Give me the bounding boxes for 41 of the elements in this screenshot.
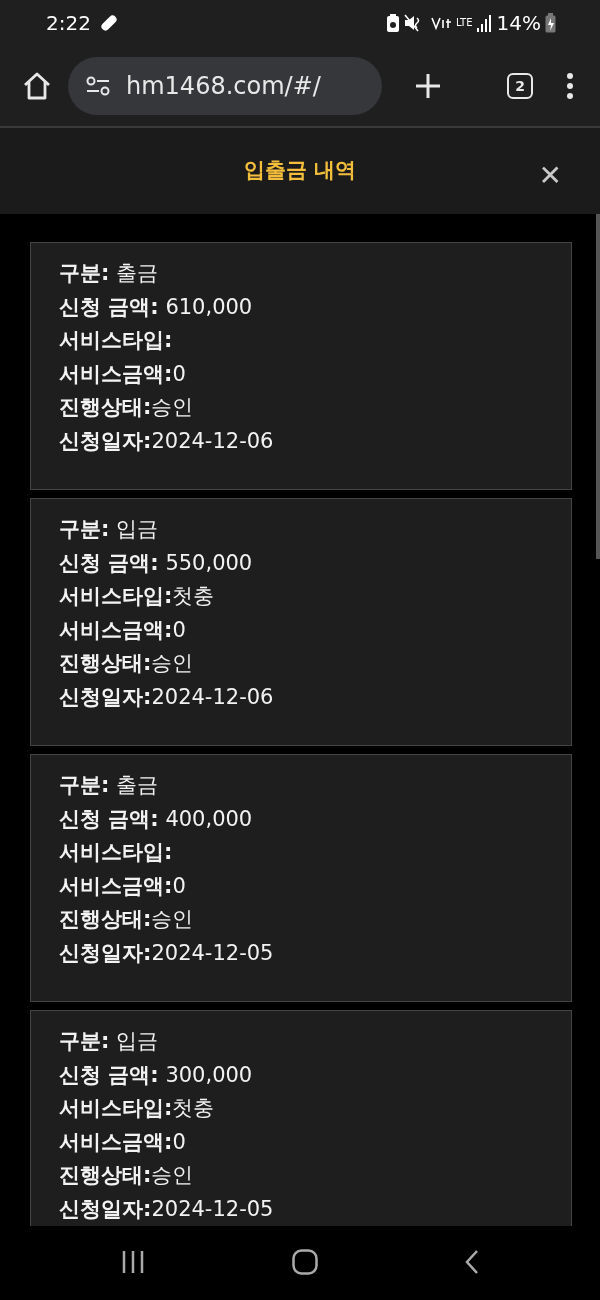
record-field: 서비스금액:0 [59,357,543,392]
recent-apps-icon[interactable] [121,1251,146,1273]
battery-icon [545,13,556,33]
record-field: 진행상태:승인 [59,391,543,425]
record-field: 신청일자:2024-12-06 [59,680,543,715]
record-field: 구분: 입금 [59,513,543,547]
record-field: 서비스금액:0 [59,1125,543,1160]
new-tab-icon[interactable] [415,73,441,99]
record-field: 서비스타입: [59,836,543,870]
record-field: 신청일자:2024-12-06 [59,424,543,459]
signal-icon [476,14,493,32]
record-field: 신청 금액: 300,000 [59,1058,543,1093]
status-time: 2:22 [46,10,91,37]
back-icon[interactable] [464,1250,479,1274]
battery-saver-icon [385,13,400,33]
network-type: LTE [455,18,473,28]
home-button-icon[interactable] [292,1249,318,1275]
record-field: 구분: 출금 [59,769,543,803]
home-icon[interactable] [22,72,52,100]
address-bar[interactable]: hm1468.com/#/ [68,57,382,115]
record-field: 진행상태:승인 [59,647,543,681]
site-settings-icon[interactable] [86,76,110,96]
more-icon[interactable] [566,73,574,99]
dialog-title: 입출금 내역 [243,157,357,185]
record-field: 구분: 출금 [59,257,543,291]
record-field: 서비스금액:0 [59,869,543,904]
record-field: 진행상태:승인 [59,903,543,937]
record-field: 구분: 입금 [59,1025,543,1059]
close-button[interactable]: ✕ [538,162,562,190]
record-field: 서비스금액:0 [59,613,543,648]
record-field: 진행상태:승인 [59,1159,543,1193]
record-field: 신청 금액: 610,000 [59,290,543,325]
tab-count-button[interactable]: 2 [507,73,533,99]
record-field: 신청일자:2024-12-05 [59,936,543,971]
record-field: 서비스타입:첫충 [59,1092,543,1126]
record-field: 신청일자:2024-12-05 [59,1192,543,1226]
record-field: 서비스타입: [59,324,543,358]
record-field: 신청 금액: 550,000 [59,546,543,581]
record-field: 신청 금액: 400,000 [59,802,543,837]
record-field: 서비스타입:첫충 [59,580,543,614]
battery-percent: 14% [496,10,541,37]
